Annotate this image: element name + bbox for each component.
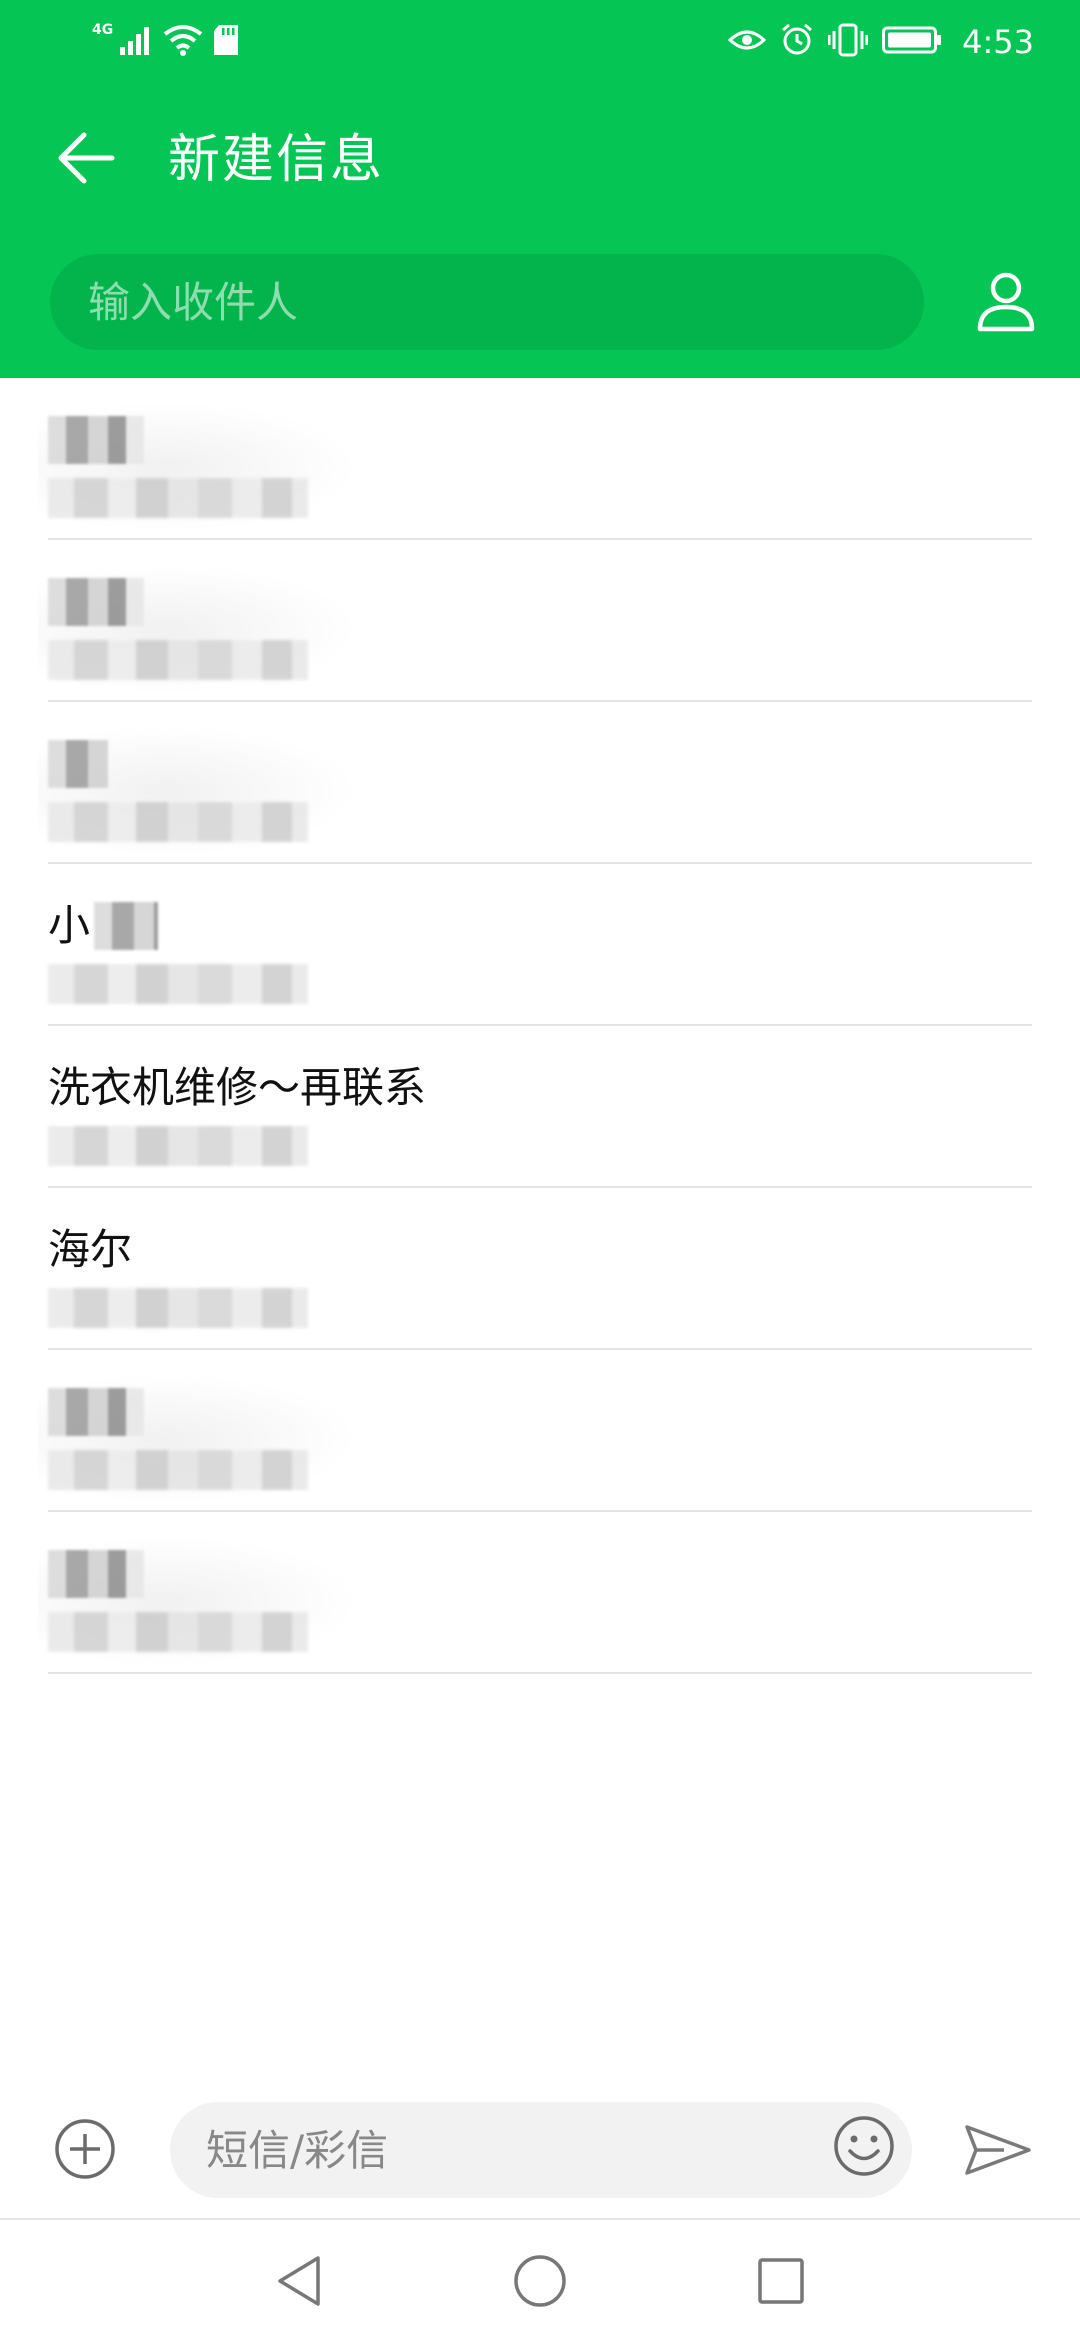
signal-icon [119,25,153,59]
arrow-left-icon [56,130,116,190]
wifi-icon [163,24,203,60]
title-bar: 新建信息 [0,100,1080,220]
recipient-field[interactable] [50,254,924,350]
contact-number-blurred [48,1126,308,1166]
contact-list: 小 洗衣机维修～再联系 海尔 [0,378,1080,1674]
contact-name: 洗衣机维修～再联系 [48,1063,427,1112]
contact-name-blurred [48,416,144,464]
smiley-icon [832,2114,896,2182]
list-item[interactable] [38,1350,1032,1512]
app-header: 4G 4:53 新建信息 输入收件人 [0,0,1080,378]
nav-back-button[interactable] [254,2238,344,2328]
status-right: 4:53 [727,18,1034,66]
battery-icon [882,25,942,59]
list-item[interactable]: 海尔 [48,1188,1032,1350]
circle-home-icon [512,2253,568,2313]
send-icon [964,2124,1032,2180]
contact-number-blurred [48,1450,308,1490]
network-type: 4G [92,22,114,38]
contact-picker-button[interactable] [970,268,1042,340]
status-time: 4:53 [962,23,1034,61]
message-composer [0,2090,1080,2220]
triangle-back-icon [274,2254,324,2312]
contact-name-blurred [48,740,108,788]
nav-home-button[interactable] [495,2238,585,2328]
plus-circle-icon [54,2118,116,2184]
sd-card-icon [213,24,239,60]
contact-name-blurred [48,578,144,626]
vibrate-icon [827,23,869,61]
list-item[interactable]: 洗衣机维修～再联系 [48,1026,1032,1188]
contact-name: 海尔 [48,1225,133,1274]
contact-number-blurred [48,802,308,842]
eye-comfort-icon [727,26,767,58]
list-item[interactable] [38,702,1032,864]
contact-number-blurred [48,640,308,680]
alarm-icon [780,23,814,61]
send-button[interactable] [960,2114,1036,2190]
message-field[interactable] [170,2102,912,2198]
emoji-button[interactable] [826,2110,902,2186]
navigation-bar [0,2220,1080,2340]
square-recent-icon [756,2256,806,2310]
list-item[interactable] [38,378,1032,540]
message-input[interactable] [204,2124,802,2176]
contact-name-blurred [48,1550,144,1598]
contact-number-blurred [48,964,308,1004]
contact-number-blurred [48,1612,308,1652]
status-left: 4G [92,18,239,66]
contact-name-blurred [48,1388,144,1436]
contact-name: 小 [48,901,91,950]
contact-name-blurred [94,902,158,950]
nav-recent-button[interactable] [736,2238,826,2328]
page-title: 新建信息 [168,130,385,190]
list-item[interactable] [38,1512,1032,1674]
recipient-input[interactable] [86,276,888,328]
contact-number-blurred [48,478,308,518]
list-item[interactable]: 小 [48,864,1032,1026]
list-item[interactable] [38,540,1032,702]
status-bar: 4G 4:53 [0,0,1080,84]
add-attachment-button[interactable] [50,2116,120,2186]
person-icon [976,271,1036,337]
contact-number-blurred [48,1288,308,1328]
back-button[interactable] [46,120,126,200]
